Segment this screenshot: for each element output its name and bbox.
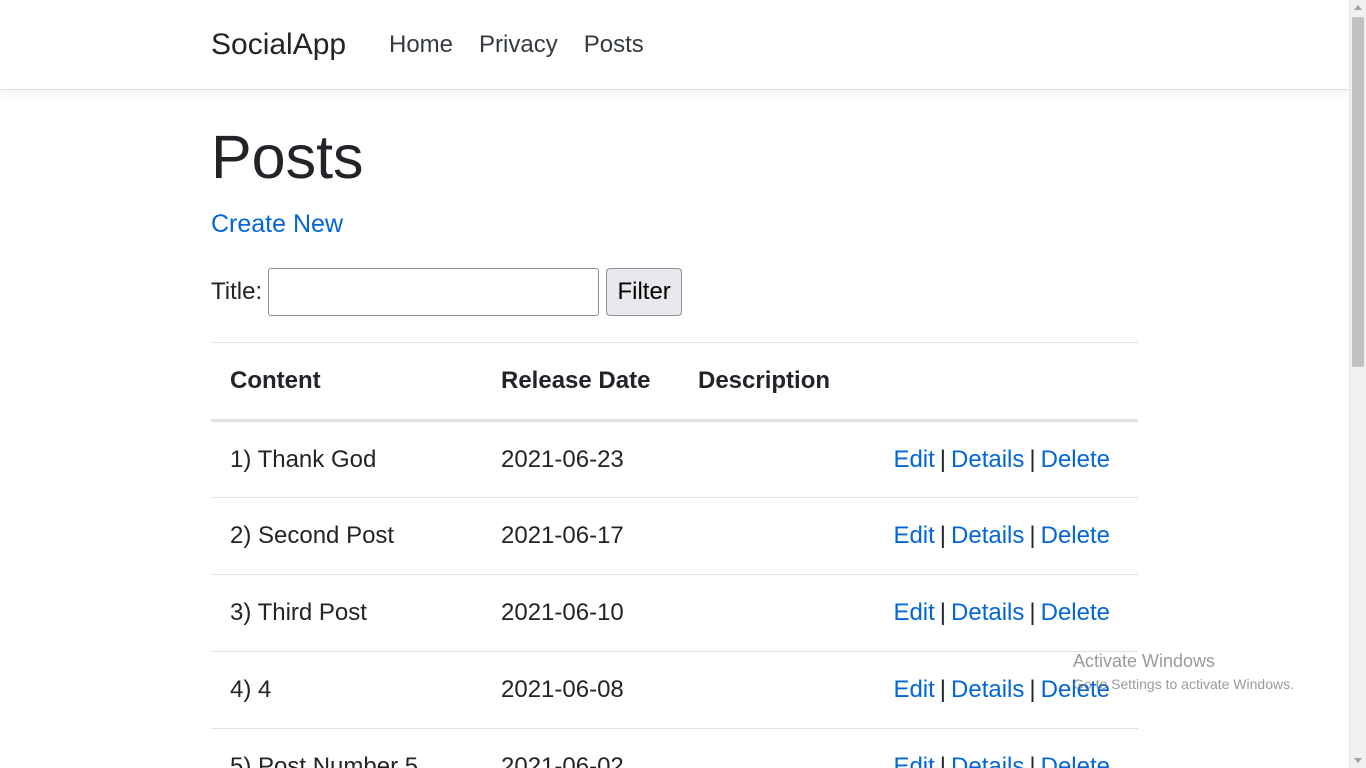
navbar: SocialApp Home Privacy Posts (0, 0, 1349, 90)
separator: | (939, 522, 947, 549)
cell-content: 1) Thank God (211, 420, 482, 498)
browser-viewport: SocialApp Home Privacy Posts Posts Creat… (0, 0, 1366, 768)
separator: | (1029, 445, 1036, 473)
delete-link[interactable]: Delete (1041, 599, 1110, 626)
delete-link[interactable]: Delete (1041, 676, 1110, 703)
posts-table: Content Release Date Description 1) Than… (211, 342, 1138, 768)
separator: | (939, 445, 947, 473)
cell-actions: Edit | Details | Delete (859, 420, 1138, 498)
create-new-link[interactable]: Create New (211, 210, 343, 239)
cell-release-date: 2021-06-23 (482, 420, 679, 498)
edit-link[interactable]: Edit (893, 599, 934, 626)
filter-button[interactable]: Filter (606, 268, 683, 316)
edit-link[interactable]: Edit (893, 446, 934, 473)
title-filter-input[interactable] (268, 268, 600, 316)
table-row: 2) Second Post 2021-06-17 Edit | Details | D… (211, 497, 1138, 575)
vertical-scrollbar[interactable] (1349, 0, 1366, 768)
scroll-down-arrow-icon[interactable] (1354, 758, 1362, 763)
title-filter-label: Title: (211, 278, 263, 305)
header-actions (859, 342, 1138, 422)
nav-link-privacy[interactable]: Privacy (479, 31, 558, 59)
cell-description (679, 728, 859, 768)
header-content: Content (211, 342, 482, 422)
separator: | (1029, 522, 1036, 549)
delete-link[interactable]: Delete (1041, 753, 1110, 768)
cell-actions: Edit | Details | Delete (859, 574, 1138, 652)
cell-content: 4) 4 (211, 651, 482, 729)
header-description: Description (679, 342, 859, 422)
table-row: 1) Thank God 2021-06-23 Edit | Details | Del… (211, 420, 1138, 498)
nav-link-posts[interactable]: Posts (584, 31, 644, 59)
cell-description (679, 574, 859, 652)
cell-description (679, 420, 859, 498)
details-link[interactable]: Details (951, 446, 1024, 473)
scroll-up-arrow-icon[interactable] (1354, 5, 1362, 10)
header-release-date: Release Date (482, 342, 679, 422)
table-header-row: Content Release Date Description (211, 342, 1138, 422)
separator: | (1029, 753, 1036, 768)
edit-link[interactable]: Edit (893, 753, 934, 768)
cell-actions: Edit | Details | Delete (859, 651, 1138, 729)
filter-form: Title: Filter (211, 268, 683, 316)
details-link[interactable]: Details (951, 599, 1024, 626)
separator: | (939, 599, 947, 626)
page-title: Posts (211, 123, 364, 191)
brand-link[interactable]: SocialApp (211, 28, 346, 62)
cell-release-date: 2021-06-17 (482, 497, 679, 575)
delete-link[interactable]: Delete (1041, 522, 1110, 549)
separator: | (1029, 599, 1036, 626)
cell-release-date: 2021-06-10 (482, 574, 679, 652)
cell-content: 2) Second Post (211, 497, 482, 575)
edit-link[interactable]: Edit (893, 676, 934, 703)
separator: | (939, 753, 947, 768)
delete-link[interactable]: Delete (1041, 446, 1110, 473)
separator: | (939, 676, 947, 703)
table-row: 4) 4 2021-06-08 Edit | Details | Delete (211, 651, 1138, 729)
cell-release-date: 2021-06-08 (482, 651, 679, 729)
separator: | (1029, 676, 1036, 703)
cell-content: 5) Post Number 5 (211, 728, 482, 768)
details-link[interactable]: Details (951, 522, 1024, 549)
cell-actions: Edit | Details | Delete (859, 497, 1138, 575)
cell-content: 3) Third Post (211, 574, 482, 652)
nav-links: Home Privacy Posts (389, 31, 670, 59)
cell-description (679, 651, 859, 729)
table-row: 5) Post Number 5 2021-06-02 Edit | Details… (211, 728, 1138, 768)
nav-link-home[interactable]: Home (389, 31, 453, 59)
cell-actions: Edit | Details | Delete (859, 728, 1138, 768)
table-row: 3) Third Post 2021-06-10 Edit | Details | De… (211, 574, 1138, 652)
scroll-thumb[interactable] (1352, 17, 1364, 367)
cell-release-date: 2021-06-02 (482, 728, 679, 768)
edit-link[interactable]: Edit (893, 522, 934, 549)
details-link[interactable]: Details (951, 676, 1024, 703)
details-link[interactable]: Details (951, 753, 1024, 768)
cell-description (679, 497, 859, 575)
